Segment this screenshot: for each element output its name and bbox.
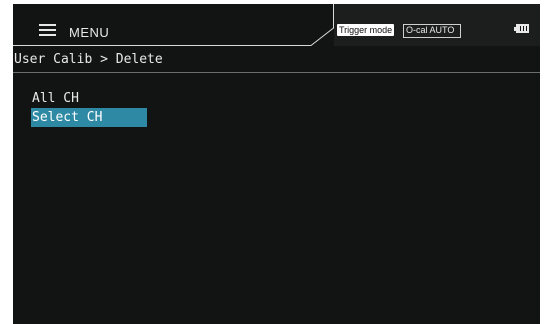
trigger-mode-badge: Trigger mode [337,24,395,36]
hamburger-icon [39,24,56,37]
device-screen: MENU Trigger mode O-cal AUTO User Calib … [13,4,540,324]
option-all-ch[interactable]: All CH [31,89,147,108]
battery-icon [514,24,530,34]
breadcrumb-bar: User Calib > Delete [13,50,540,73]
menu-button[interactable]: MENU [13,4,334,46]
breadcrumb: User Calib > Delete [14,52,163,67]
ocal-auto-badge: O-cal AUTO [403,24,461,38]
option-select-ch[interactable]: Select CH [31,108,147,127]
menu-tab-outline [13,4,334,46]
status-bar: Trigger mode O-cal AUTO [334,4,540,46]
menu-label: MENU [69,25,110,40]
